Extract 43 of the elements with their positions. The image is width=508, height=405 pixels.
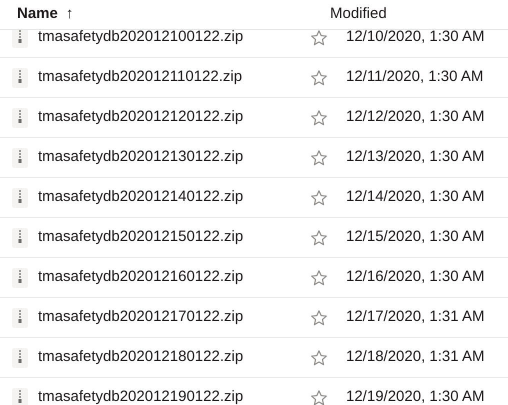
modified-date: 12/14/2020, 1:30 AM (346, 187, 484, 208)
modified-date: 12/19/2020, 1:30 AM (346, 387, 484, 405)
zip-file-icon (12, 268, 28, 288)
zip-file-icon (12, 308, 28, 328)
zip-file-icon (12, 388, 28, 405)
zip-file-icon (12, 188, 28, 208)
modified-date: 12/17/2020, 1:31 AM (346, 307, 484, 328)
modified-date: 12/16/2020, 1:30 AM (346, 267, 484, 288)
file-name[interactable]: tmasafetydb202012100122.zip (38, 30, 304, 49)
star-icon[interactable] (310, 68, 328, 86)
zip-file-icon (12, 68, 28, 88)
column-header[interactable]: Name (17, 3, 58, 26)
star-icon[interactable] (310, 108, 328, 126)
file-name[interactable]: tmasafetydb202012160122.zip (38, 266, 304, 289)
file-name[interactable]: tmasafetydb202012130122.zip (38, 146, 304, 169)
zip-file-icon (12, 30, 28, 48)
file-name[interactable]: tmasafetydb202012120122.zip (38, 106, 304, 129)
star-icon[interactable] (310, 30, 328, 46)
zip-file-icon (12, 348, 28, 368)
sort-arrow[interactable]: ↑ (66, 3, 74, 26)
column-header[interactable]: Modified (330, 5, 387, 22)
modified-date: 12/12/2020, 1:30 AM (346, 107, 484, 128)
modified-date: 12/18/2020, 1:31 AM (346, 347, 484, 368)
star-icon[interactable] (310, 228, 328, 246)
file-name[interactable]: tmasafetydb202012140122.zip (38, 186, 304, 209)
file-name[interactable]: tmasafetydb202012150122.zip (38, 226, 304, 249)
modified-date: 12/11/2020, 1:30 AM (346, 67, 484, 88)
star-icon[interactable] (310, 268, 328, 286)
file-name[interactable]: tmasafetydb202012180122.zip (38, 346, 304, 369)
zip-file-icon (12, 108, 28, 128)
star-icon[interactable] (310, 348, 328, 366)
star-icon[interactable] (310, 388, 328, 405)
file-name[interactable]: tmasafetydb202012190122.zip (38, 386, 304, 405)
star-icon[interactable] (310, 308, 328, 326)
file-name[interactable]: tmasafetydb202012110122.zip (38, 66, 304, 89)
modified-date: 12/15/2020, 1:30 AM (346, 227, 484, 248)
star-icon[interactable] (310, 148, 328, 166)
zip-file-icon (12, 148, 28, 168)
star-icon[interactable] (310, 188, 328, 206)
modified-date: 12/13/2020, 1:30 AM (346, 147, 484, 168)
file-name[interactable]: tmasafetydb202012170122.zip (38, 306, 304, 329)
zip-file-icon (12, 228, 28, 248)
modified-date: 12/10/2020, 1:30 AM (346, 30, 484, 48)
